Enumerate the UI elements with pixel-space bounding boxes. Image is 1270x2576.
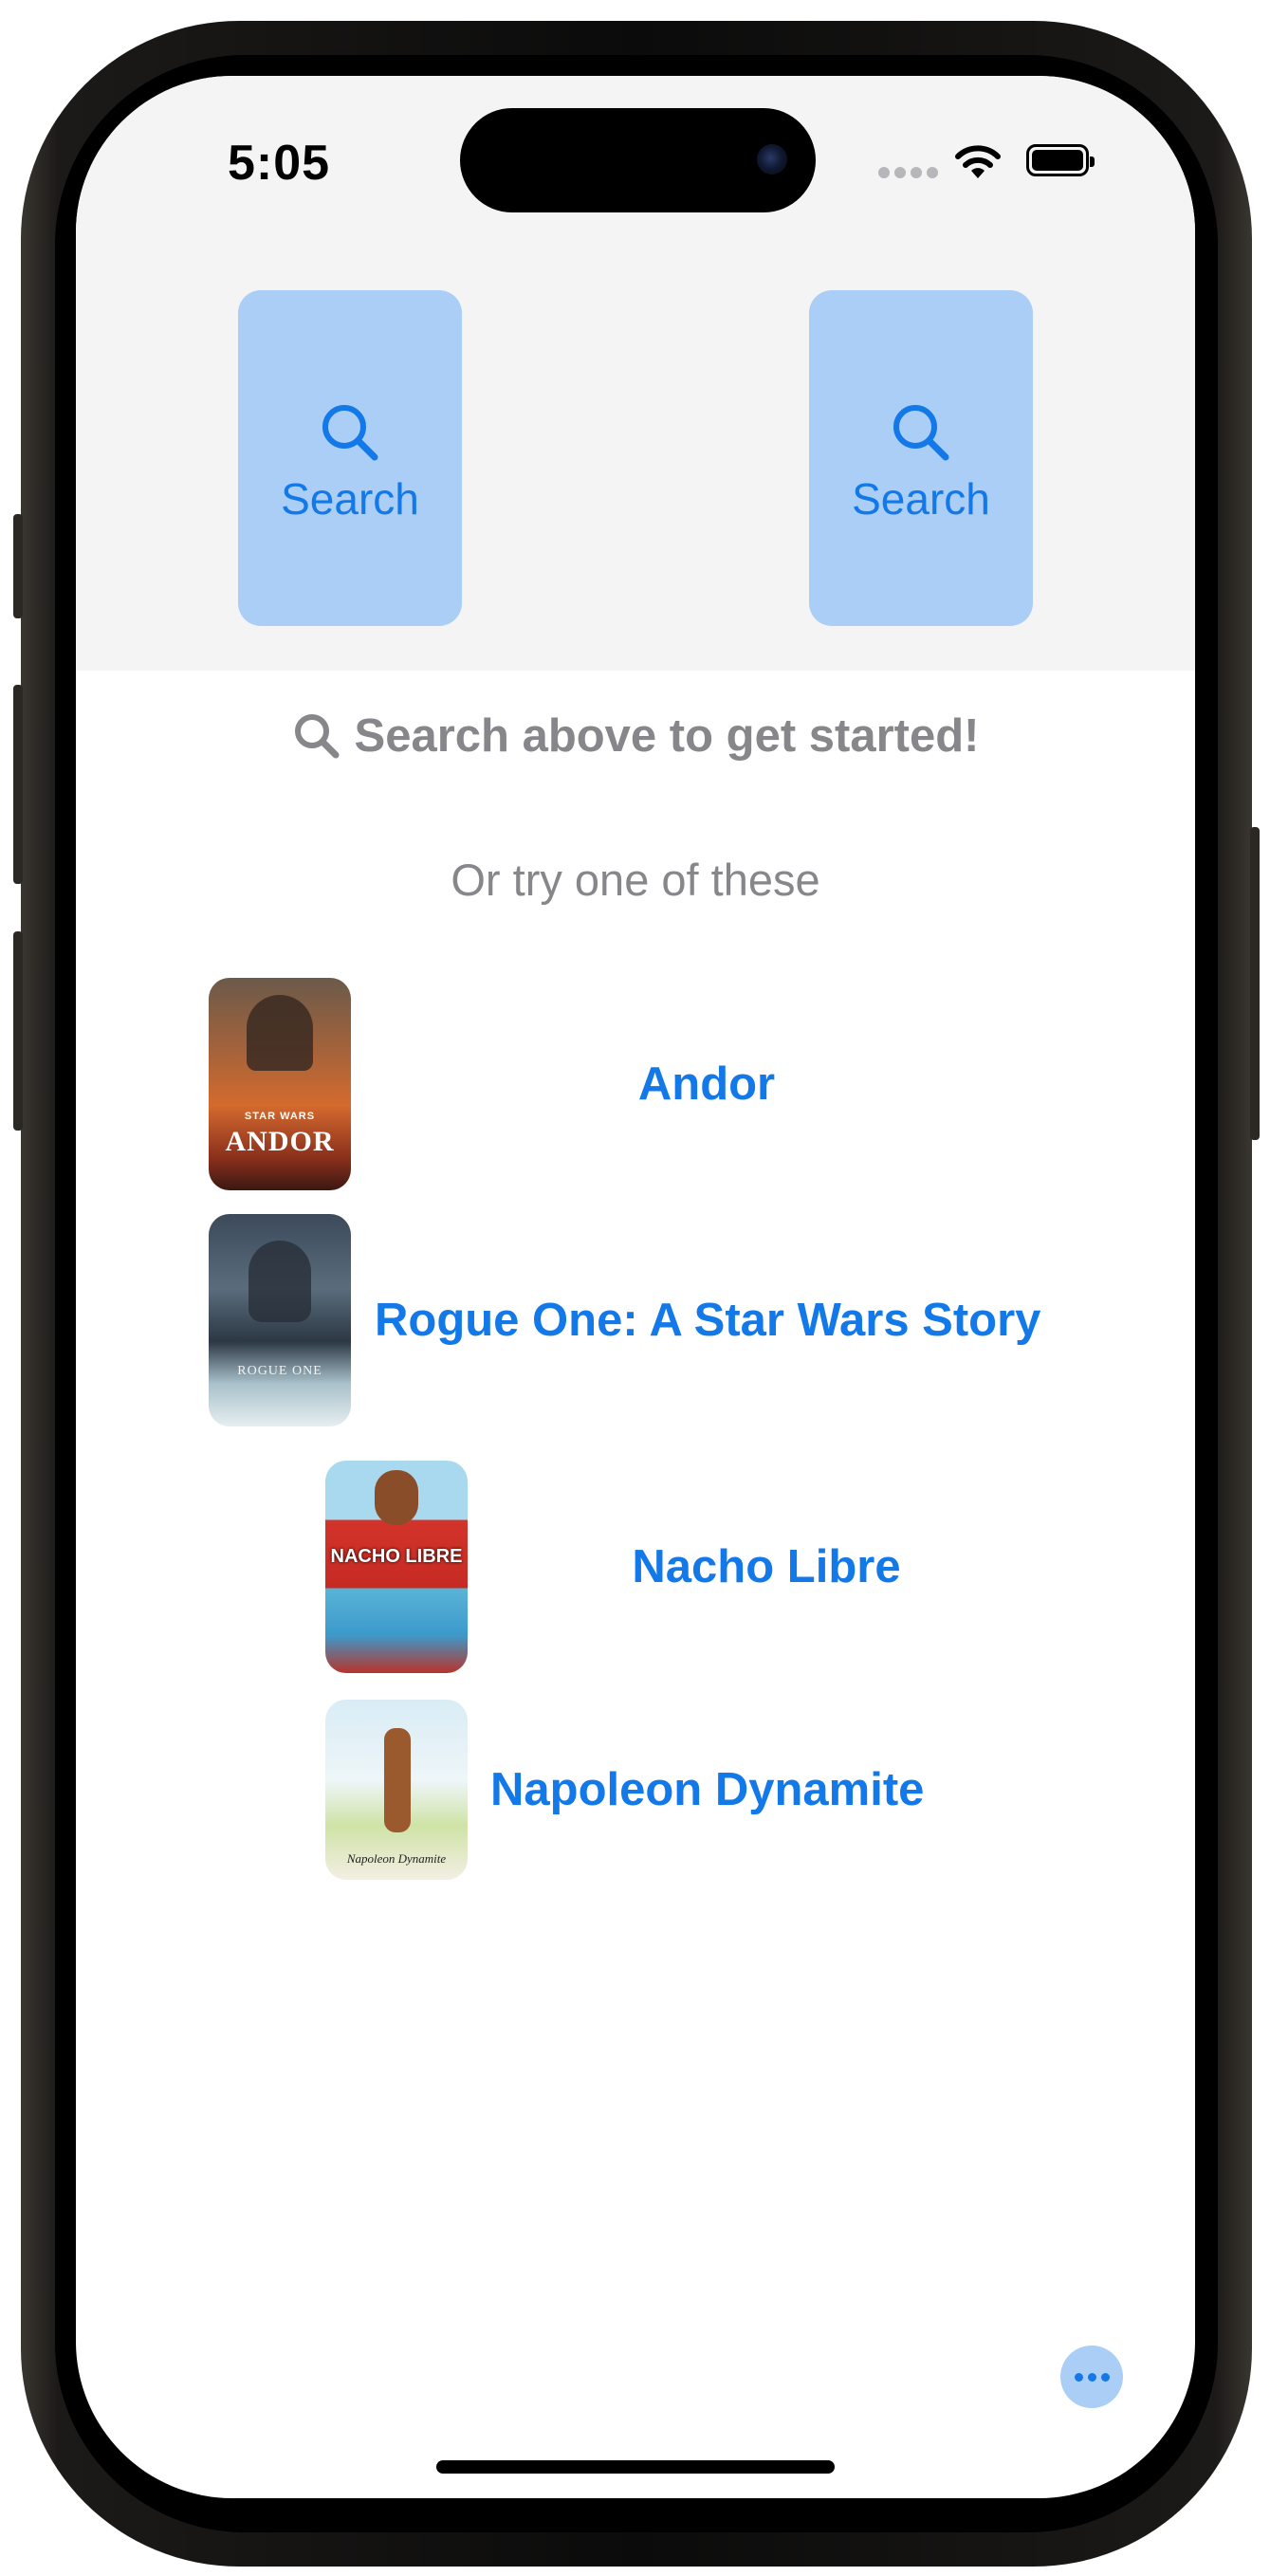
suggestion-andor[interactable]: STAR WARS ANDOR Andor — [209, 978, 1062, 1190]
search-button-label: Search — [852, 474, 990, 524]
wifi-icon — [955, 145, 1001, 178]
andor-poster-title: ANDOR — [225, 1126, 335, 1157]
andor-poster: STAR WARS ANDOR — [209, 978, 351, 1190]
action-button — [13, 514, 23, 618]
magnifier-icon — [893, 405, 949, 461]
rogue-one-poster: ROGUE ONE — [209, 1214, 351, 1426]
magnifier-icon — [322, 405, 378, 461]
suggestion-nacho-libre[interactable]: NACHO LIBRE Nacho Libre — [325, 1461, 1065, 1673]
power-button — [1250, 827, 1260, 1140]
search-prompt: Search above to get started! — [76, 709, 1195, 763]
suggestion-rogue-one[interactable]: ROGUE ONE Rogue One: A Star Wars Story — [209, 1214, 1157, 1426]
volume-up-button — [13, 685, 23, 884]
home-indicator[interactable] — [436, 2460, 835, 2474]
suggestions-heading: Or try one of these — [451, 855, 820, 905]
search-button-left[interactable]: Search — [238, 290, 462, 626]
search-prompt-text: Search above to get started! — [354, 710, 980, 762]
ellipsis-icon — [1074, 2372, 1083, 2382]
napoleon-dynamite-poster: Napoleon Dynamite — [325, 1700, 468, 1880]
search-button-right[interactable]: Search — [809, 290, 1033, 626]
battery-icon — [1026, 144, 1095, 176]
search-button-label: Search — [281, 474, 419, 524]
volume-down-button — [13, 931, 23, 1131]
dynamic-island — [460, 108, 816, 212]
suggestion-title: Andor — [637, 1058, 776, 1110]
more-button[interactable] — [1060, 2346, 1123, 2408]
suggestion-title: Napoleon Dynamite — [490, 1764, 925, 1815]
suggestion-title: Nacho Libre — [632, 1541, 901, 1592]
magnifier-icon — [294, 714, 340, 759]
app-screen: 5:05 Search Search Search above to get s… — [76, 76, 1195, 2498]
napoleon-dynamite-poster-title: Napoleon Dynamite — [346, 1851, 447, 1866]
nacho-libre-poster-title: NACHO LIBRE — [330, 1546, 463, 1567]
front-camera-icon — [757, 144, 787, 175]
cellular-signal-icon — [878, 167, 938, 178]
andor-poster-kicker: STAR WARS — [244, 1111, 316, 1122]
nacho-libre-poster: NACHO LIBRE — [325, 1461, 468, 1673]
status-time: 5:05 — [228, 136, 331, 191]
rogue-one-poster-title: ROGUE ONE — [237, 1364, 322, 1378]
suggestion-title: Rogue One: A Star Wars Story — [375, 1295, 1041, 1346]
suggestion-napoleon-dynamite[interactable]: Napoleon Dynamite Napoleon Dynamite — [325, 1700, 1065, 1880]
